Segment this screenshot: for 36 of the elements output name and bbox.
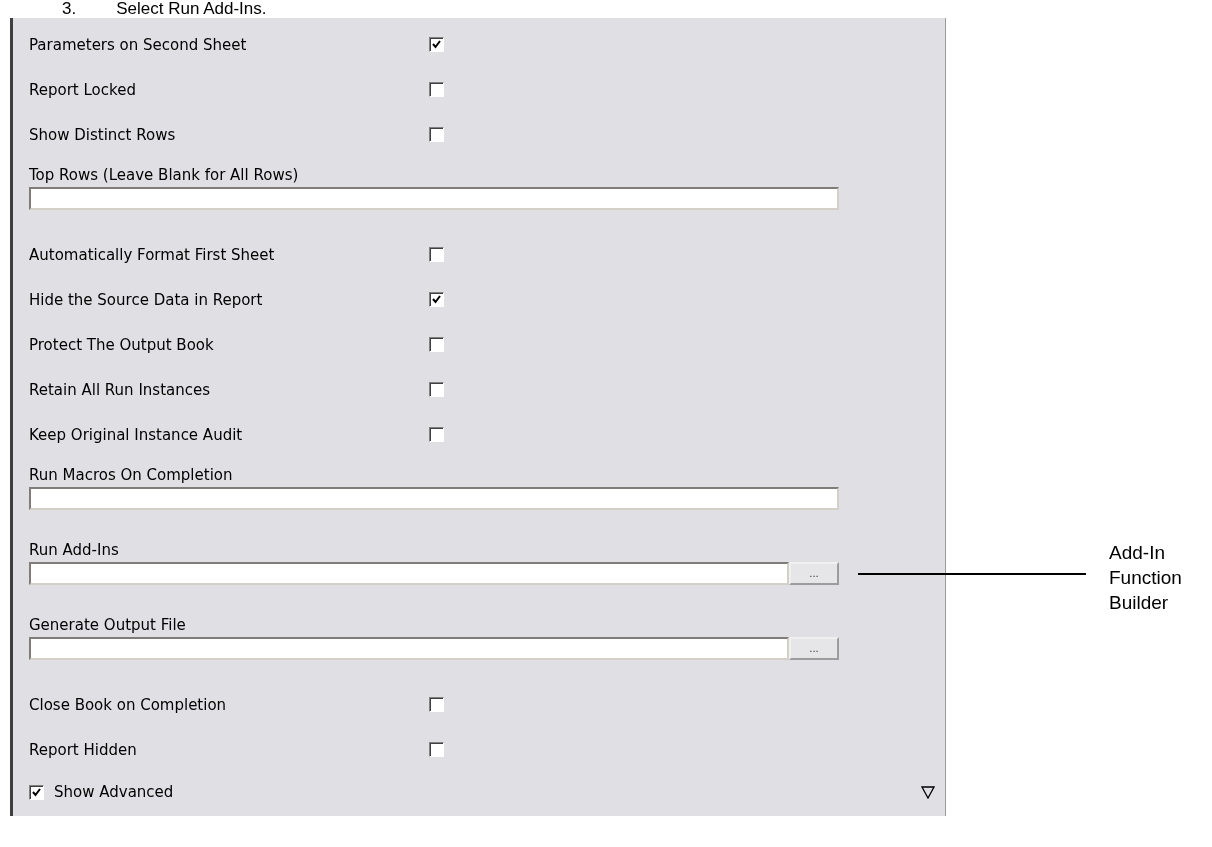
option-label: Protect The Output Book (29, 335, 215, 354)
checkbox[interactable] (429, 37, 444, 52)
instruction-text: Select Run Add-Ins. (116, 0, 267, 18)
checkbox[interactable] (429, 382, 444, 397)
option-label: Retain All Run Instances (29, 380, 211, 399)
checkbox[interactable] (429, 247, 444, 262)
option-label: Show Distinct Rows (29, 125, 177, 144)
field-label: Run Macros On Completion (29, 466, 233, 484)
checkbox[interactable] (429, 82, 444, 97)
checkbox-label: Show Advanced (54, 783, 175, 801)
option-label: Keep Original Instance Audit (29, 425, 244, 444)
input-field[interactable] (29, 562, 789, 585)
option-label: Report Locked (29, 80, 137, 99)
input-field[interactable] (29, 637, 789, 660)
option-label: Report Hidden (29, 740, 138, 759)
callout-text: Add-In Function Builder (1109, 541, 1183, 615)
checkbox[interactable] (429, 127, 444, 142)
step-number: 3. (62, 0, 77, 18)
option-label: Hide the Source Data in Report (29, 290, 264, 309)
checkbox[interactable] (29, 784, 44, 800)
browse-button[interactable]: ... (789, 637, 839, 660)
checkbox[interactable] (429, 292, 444, 307)
checkbox[interactable] (429, 742, 444, 757)
field-label: Run Add-Ins (29, 541, 119, 559)
option-label: Parameters on Second Sheet (29, 35, 248, 54)
checkbox[interactable] (429, 427, 444, 442)
field-label: Generate Output File (29, 616, 186, 634)
option-label: Automatically Format First Sheet (29, 245, 276, 264)
triangle-icon[interactable] (921, 785, 935, 799)
option-label: Close Book on Completion (29, 695, 228, 714)
browse-button[interactable]: ... (789, 562, 839, 585)
input-field[interactable] (29, 487, 839, 510)
checkbox[interactable] (429, 337, 444, 352)
input-field[interactable] (29, 187, 839, 210)
field-label: Top Rows (Leave Blank for All Rows) (29, 166, 299, 184)
checkbox[interactable] (429, 697, 444, 712)
